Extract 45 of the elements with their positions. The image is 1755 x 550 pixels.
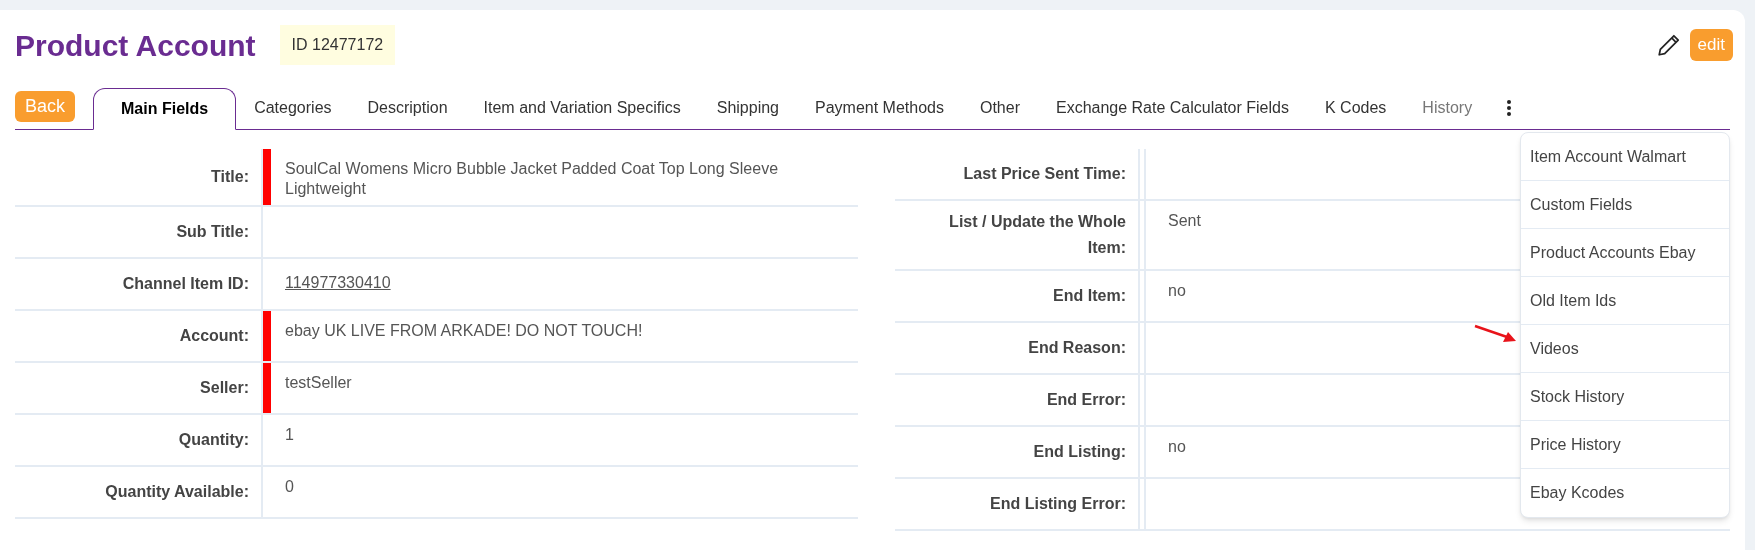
arrow-icon — [1473, 324, 1517, 344]
page-title: Product Account — [15, 27, 256, 64]
field-value: Sent — [1168, 211, 1201, 231]
field-label: List / Update the Whole Item: — [948, 212, 1126, 258]
pencil-icon[interactable] — [1655, 32, 1682, 58]
field-label: Last Price Sent Time: — [963, 164, 1126, 184]
field-value: 0 — [285, 477, 294, 497]
tab[interactable]: Shipping — [698, 87, 797, 129]
tab[interactable]: Other — [961, 87, 1038, 129]
menu-item[interactable]: Price History — [1521, 421, 1729, 469]
field-label: Seller: — [200, 378, 249, 398]
field-value: testSeller — [285, 373, 352, 393]
menu-item[interactable]: Videos — [1521, 325, 1729, 373]
tab[interactable]: Description — [349, 87, 466, 129]
field-label: Account: — [179, 326, 249, 346]
tab[interactable]: Item and Variation Specifics — [465, 87, 699, 129]
field-label: End Error: — [1046, 390, 1126, 410]
menu-item[interactable]: Product Accounts Ebay — [1521, 229, 1729, 277]
tab[interactable]: K Codes — [1306, 87, 1405, 129]
field-label: End Reason: — [1028, 338, 1126, 358]
field-label: End Listing Error: — [990, 494, 1126, 514]
menu-item[interactable]: Old Item Ids — [1521, 277, 1729, 325]
id-badge: ID 12477172 — [279, 25, 396, 65]
field-value: ebay UK LIVE FROM ARKADE! DO NOT TOUCH! — [285, 321, 643, 341]
field-value: SoulCal Womens Micro Bubble Jacket Padded Coat Top Long Sleeve Lightweight — [285, 159, 780, 199]
field-label: Sub Title: — [176, 222, 249, 242]
field-value: 1 — [285, 425, 294, 445]
menu-item[interactable]: Custom Fields — [1521, 181, 1729, 229]
field-value: no — [1168, 281, 1186, 301]
tab[interactable]: Exchange Rate Calculator Fields — [1037, 87, 1307, 129]
field-label: End Listing: — [1033, 442, 1126, 462]
field-label: Quantity: — [178, 430, 249, 450]
menu-item[interactable]: Ebay Kcodes — [1521, 469, 1729, 517]
menu-item[interactable]: Item Account Walmart — [1521, 133, 1729, 181]
tab[interactable]: Main Fields — [93, 88, 237, 130]
field-label: End Item: — [1053, 286, 1126, 306]
field-label: Quantity Available: — [105, 482, 249, 502]
field-label: Channel Item ID: — [122, 274, 249, 294]
more-icon[interactable] — [1506, 99, 1513, 117]
menu-item[interactable]: Stock History — [1521, 373, 1729, 421]
tab[interactable]: Categories — [236, 87, 350, 129]
item-id-link[interactable]: 114977330410 — [285, 271, 391, 295]
field-label: Title: — [211, 167, 249, 187]
tab[interactable]: Payment Methods — [797, 87, 962, 129]
field-value: no — [1168, 437, 1186, 457]
